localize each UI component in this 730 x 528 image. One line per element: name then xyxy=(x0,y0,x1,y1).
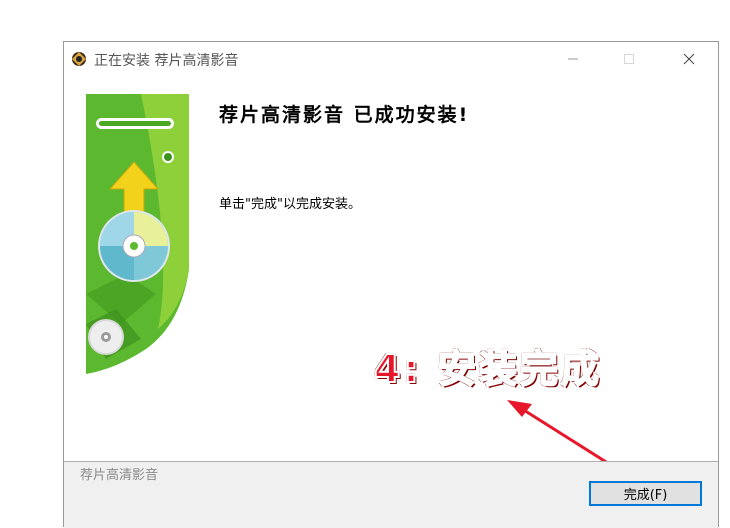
success-heading: 荐片高清影音 已成功安装! xyxy=(219,104,470,126)
installer-window: 正在安装 荐片高清影音 荐片高清影音 已成功安装! 单击"完成"以完成安装。 4… xyxy=(63,41,719,528)
close-button[interactable] xyxy=(666,42,712,76)
maximize-button[interactable] xyxy=(606,42,652,76)
title-bar: 正在安装 荐片高清影音 xyxy=(64,42,718,76)
step-annotation: 4: 安装完成 xyxy=(373,346,602,392)
window-title: 正在安装 荐片高清影音 xyxy=(94,53,239,69)
app-icon xyxy=(72,52,86,66)
installer-banner-image xyxy=(86,94,189,400)
maximize-icon xyxy=(624,54,634,64)
finish-button[interactable]: 完成(F) xyxy=(589,481,702,506)
brand-label: 荐片高清影音 xyxy=(80,468,159,483)
close-icon xyxy=(683,53,695,65)
finish-instruction: 单击"完成"以完成安装。 xyxy=(219,197,361,212)
minimize-icon xyxy=(568,58,578,60)
minimize-button[interactable] xyxy=(550,42,596,76)
